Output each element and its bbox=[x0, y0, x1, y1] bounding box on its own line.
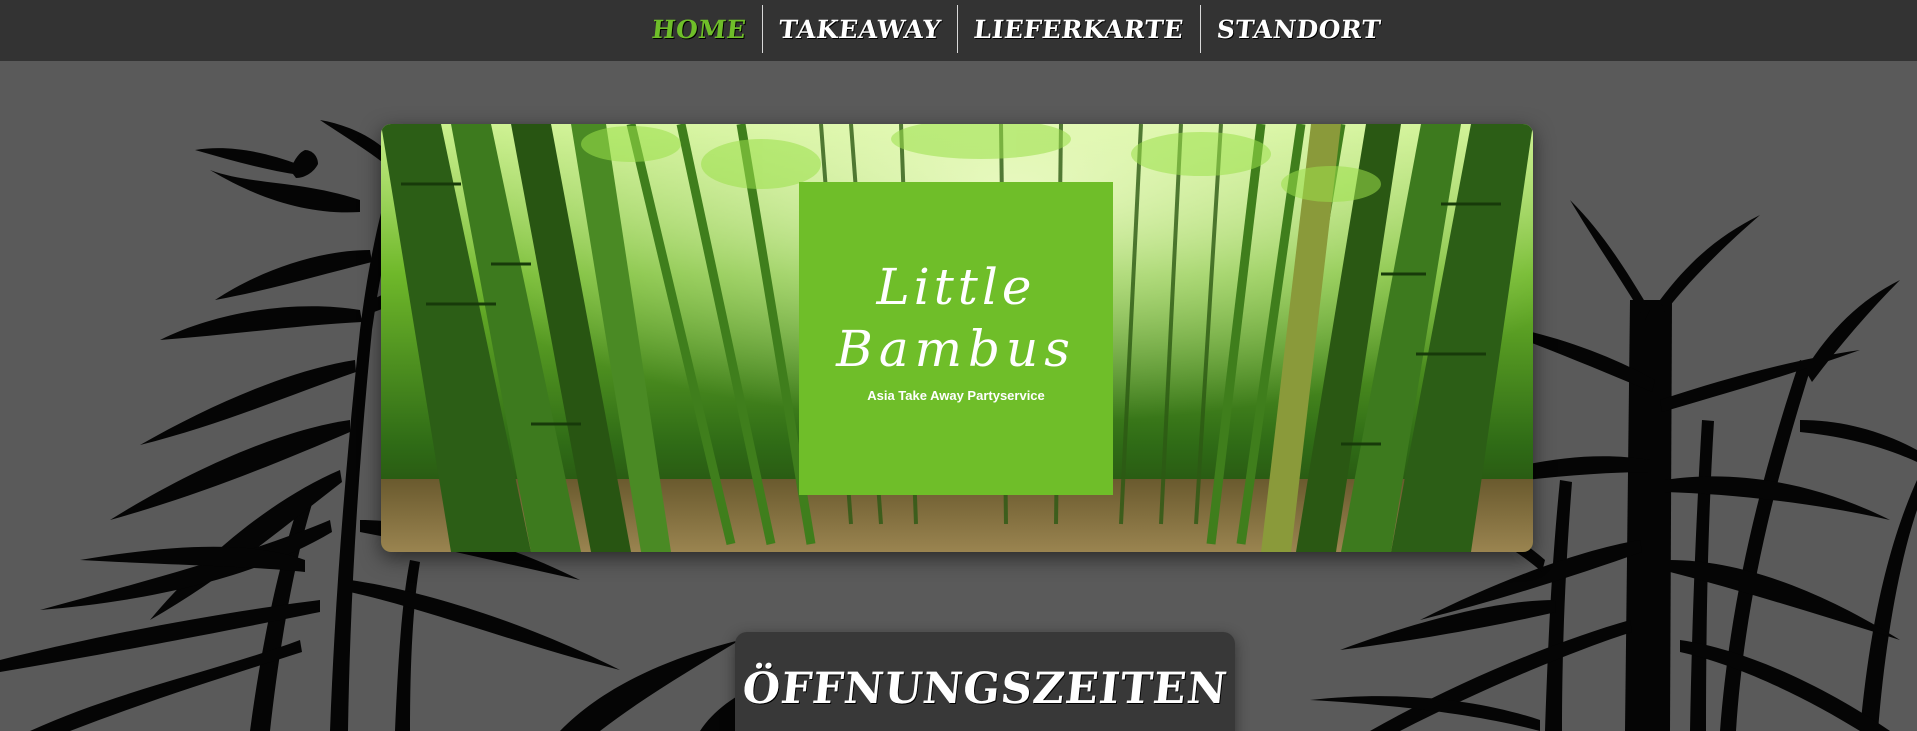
nav-item-standort[interactable]: STANDORT bbox=[1198, 5, 1399, 53]
logo-wordmark-line2: Bambus bbox=[836, 320, 1076, 378]
nav-menu: HOME TAKEAWAY LIEFERKARTE STANDORT bbox=[636, 5, 1397, 53]
top-navigation: HOME TAKEAWAY LIEFERKARTE STANDORT bbox=[0, 0, 1917, 61]
page: HOME TAKEAWAY LIEFERKARTE STANDORT Littl… bbox=[0, 0, 1917, 731]
nav-item-takeaway[interactable]: TAKEAWAY bbox=[761, 5, 960, 53]
opening-hours-panel: ÖFFNUNGSZEITEN bbox=[735, 632, 1235, 731]
logo-tagline: Asia Take Away Partyservice bbox=[867, 388, 1045, 403]
opening-hours-title: ÖFFNUNGSZEITEN bbox=[739, 664, 1231, 714]
logo-wordmark-line1: Little bbox=[876, 258, 1036, 316]
nav-item-lieferkarte[interactable]: LIEFERKARTE bbox=[956, 5, 1203, 53]
hero-banner: Little Bambus Asia Take Away Partyservic… bbox=[381, 124, 1533, 552]
brand-logo[interactable]: Little Bambus Asia Take Away Partyservic… bbox=[799, 182, 1113, 495]
nav-item-home[interactable]: HOME bbox=[633, 5, 764, 53]
